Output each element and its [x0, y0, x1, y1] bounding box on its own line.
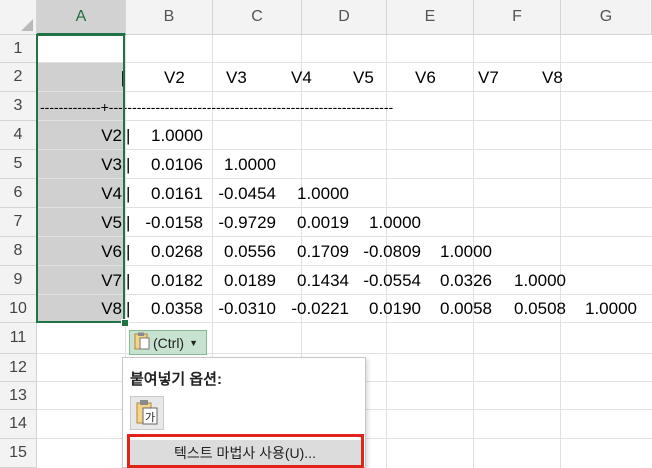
paste-options-button[interactable]: (Ctrl) ▼	[129, 330, 207, 355]
header-label-v6[interactable]: V6	[415, 65, 436, 91]
matrix-value[interactable]: 1.0000	[196, 152, 276, 178]
gridline-horizontal	[37, 265, 652, 266]
selection-border	[36, 34, 125, 323]
gridline-horizontal	[37, 62, 652, 63]
header-label-v3[interactable]: V3	[226, 65, 247, 91]
text-import-wizard-item[interactable]: 텍스트 마법사 사용(U)...	[129, 440, 361, 465]
matrix-value[interactable]: 0.1434	[269, 268, 349, 294]
column-header-c[interactable]: C	[213, 0, 302, 35]
matrix-value[interactable]: 1.0000	[412, 239, 492, 265]
header-label-v7[interactable]: V7	[478, 65, 499, 91]
column-header-d[interactable]: D	[302, 0, 387, 35]
paste-options-menu: 붙여넣기 옵션: 가 텍스트 마법사 사용(U)...	[122, 357, 366, 468]
gridline-horizontal	[37, 91, 652, 92]
gridline-horizontal	[37, 149, 652, 150]
matrix-value[interactable]: 1.0000	[341, 210, 421, 236]
gridline-horizontal	[37, 120, 652, 121]
row-header-2[interactable]: 2	[0, 63, 37, 92]
matrix-value[interactable]: -0.0554	[341, 268, 421, 294]
header-label-v4[interactable]: V4	[291, 65, 312, 91]
matrix-value[interactable]: 0.0268	[123, 239, 203, 265]
column-header-e[interactable]: E	[387, 0, 474, 35]
matrix-value[interactable]: 1.0000	[123, 123, 203, 149]
row-header-13[interactable]: 13	[0, 382, 37, 410]
paste-text-icon[interactable]: 가	[130, 396, 164, 430]
paste-options-label: (Ctrl)	[153, 334, 185, 351]
matrix-value[interactable]: 0.0182	[123, 268, 203, 294]
matrix-value[interactable]: 0.0556	[196, 239, 276, 265]
paste-text-glyph: 가	[145, 411, 155, 424]
gridline-horizontal	[37, 294, 652, 295]
gridline-horizontal	[37, 236, 652, 237]
row-header-1[interactable]: 1	[0, 35, 37, 63]
row-header-9[interactable]: 9	[0, 266, 37, 295]
row-header-15[interactable]: 15	[0, 439, 37, 468]
column-header-a[interactable]: A	[37, 0, 126, 35]
matrix-value[interactable]: -0.9729	[196, 210, 276, 236]
header-label-v5[interactable]: V5	[353, 65, 374, 91]
gridline-vertical	[560, 35, 561, 468]
matrix-value[interactable]: -0.0158	[123, 210, 203, 236]
matrix-value[interactable]: 0.0508	[486, 296, 566, 322]
row-header-4[interactable]: 4	[0, 121, 37, 150]
select-all-corner[interactable]	[0, 0, 37, 35]
matrix-value[interactable]: -0.0310	[196, 296, 276, 322]
matrix-value[interactable]: 0.0358	[123, 296, 203, 322]
row-header-8[interactable]: 8	[0, 237, 37, 266]
gridline-horizontal	[37, 322, 652, 323]
row-header-3[interactable]: 3	[0, 92, 37, 121]
matrix-value[interactable]: 1.0000	[269, 181, 349, 207]
column-header-g[interactable]: G	[561, 0, 652, 35]
gridline-horizontal	[37, 207, 652, 208]
row-header-5[interactable]: 5	[0, 150, 37, 179]
matrix-value[interactable]: 0.0161	[123, 181, 203, 207]
chevron-down-icon: ▼	[189, 337, 199, 348]
matrix-value[interactable]: 0.0106	[123, 152, 203, 178]
header-label-v2[interactable]: V2	[164, 65, 185, 91]
matrix-value[interactable]: 1.0000	[486, 268, 566, 294]
matrix-value[interactable]: -0.0454	[196, 181, 276, 207]
matrix-value[interactable]: 0.0058	[412, 296, 492, 322]
matrix-value[interactable]: 1.0000	[557, 296, 637, 322]
row-header-10[interactable]: 10	[0, 295, 37, 323]
row-header-14[interactable]: 14	[0, 410, 37, 439]
header-label-v8[interactable]: V8	[542, 65, 563, 91]
matrix-value[interactable]: -0.0809	[341, 239, 421, 265]
matrix-value[interactable]: -0.0221	[269, 296, 349, 322]
matrix-value[interactable]: 0.0019	[269, 210, 349, 236]
row-header-6[interactable]: 6	[0, 179, 37, 208]
gridline-horizontal	[37, 178, 652, 179]
matrix-value[interactable]: 0.1709	[269, 239, 349, 265]
paste-options-title: 붙여넣기 옵션:	[130, 371, 222, 388]
fill-handle[interactable]	[121, 319, 129, 327]
row-header-11[interactable]: 11	[0, 323, 37, 354]
row-header-12[interactable]: 12	[0, 354, 37, 382]
column-header-f[interactable]: F	[474, 0, 561, 35]
matrix-value[interactable]: 0.0326	[412, 268, 492, 294]
column-header-b[interactable]: B	[126, 0, 213, 35]
clipboard-icon	[134, 332, 150, 353]
row-header-7[interactable]: 7	[0, 208, 37, 237]
matrix-value[interactable]: 0.0190	[341, 296, 421, 322]
matrix-value[interactable]: 0.0189	[196, 268, 276, 294]
